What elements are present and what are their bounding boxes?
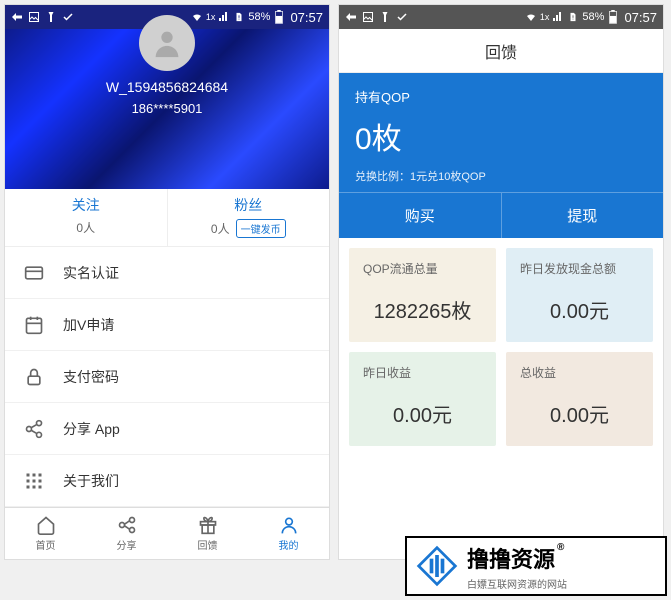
picture-icon bbox=[362, 11, 374, 23]
nav-arrow-icon bbox=[11, 11, 23, 23]
fans-tab[interactable]: 粉丝 0人 一键发币 bbox=[167, 189, 330, 246]
qop-card: 持有QOP 0枚 兑换比例：1元兑10枚QOP 购买 提现 bbox=[339, 73, 663, 238]
menu-label: 关于我们 bbox=[63, 471, 311, 491]
check-icon bbox=[62, 11, 74, 23]
card-label: 昨日发放现金总额 bbox=[520, 260, 639, 277]
sim-alert-icon bbox=[567, 11, 579, 23]
nav-home[interactable]: 首页 bbox=[5, 508, 86, 559]
calendar-icon bbox=[23, 314, 45, 336]
stat-grid: QOP流通总量 1282265枚 昨日发放现金总额 0.00元 昨日收益 0.0… bbox=[339, 238, 663, 456]
check-icon bbox=[396, 11, 408, 23]
menu-v-apply[interactable]: 加V申请 bbox=[5, 299, 329, 351]
nav-mine[interactable]: 我的 bbox=[248, 508, 329, 559]
menu-label: 支付密码 bbox=[63, 367, 311, 387]
registered-mark: ® bbox=[557, 542, 564, 553]
qop-ratio: 兑换比例：1元兑10枚QOP bbox=[355, 168, 647, 184]
card-value: 0.00元 bbox=[520, 295, 639, 324]
nav-share[interactable]: 分享 bbox=[86, 508, 167, 559]
follow-count: 0人 bbox=[76, 219, 95, 236]
share2-icon bbox=[117, 515, 137, 535]
menu-about[interactable]: 关于我们 bbox=[5, 455, 329, 507]
card-label: QOP流通总量 bbox=[363, 260, 482, 277]
card-icon bbox=[23, 262, 45, 284]
stats-row: 关注 0人 粉丝 0人 一键发币 bbox=[5, 189, 329, 247]
nav-arrow-icon bbox=[345, 11, 357, 23]
card-yesterday-profit: 昨日收益 0.00元 bbox=[349, 352, 496, 446]
flashlight-icon bbox=[379, 11, 391, 23]
watermark-logo-icon bbox=[415, 544, 459, 588]
clock-text: 07:57 bbox=[290, 10, 323, 25]
bottom-nav: 首页 分享 回馈 我的 bbox=[5, 507, 329, 559]
card-cash-yesterday: 昨日发放现金总额 0.00元 bbox=[506, 248, 653, 342]
grid-icon bbox=[23, 470, 45, 492]
buy-button[interactable]: 购买 bbox=[339, 193, 501, 238]
qop-hold-label: 持有QOP bbox=[355, 87, 647, 106]
phone-left: 1x 58% 07:57 W_1594856824684 186****5901… bbox=[4, 4, 330, 560]
page-title: 回馈 bbox=[339, 29, 663, 73]
menu-label: 加V申请 bbox=[63, 315, 311, 335]
lock-icon bbox=[23, 366, 45, 388]
profile-header: W_1594856824684 186****5901 bbox=[5, 29, 329, 189]
watermark: 撸撸资源 ® 白嫖互联网资源的网站 bbox=[405, 536, 667, 596]
nav-label: 首页 bbox=[36, 537, 56, 552]
watermark-title: 撸撸资源 bbox=[467, 542, 555, 574]
signal-icon bbox=[218, 11, 230, 23]
menu-pay-password[interactable]: 支付密码 bbox=[5, 351, 329, 403]
wifi-icon bbox=[191, 11, 203, 23]
picture-icon bbox=[28, 11, 40, 23]
card-total-profit: 总收益 0.00元 bbox=[506, 352, 653, 446]
menu-label: 分享 App bbox=[63, 419, 311, 439]
menu-label: 实名认证 bbox=[63, 263, 311, 283]
follow-tab[interactable]: 关注 0人 bbox=[5, 189, 167, 246]
card-value: 1282265枚 bbox=[363, 295, 482, 324]
phone-number: 186****5901 bbox=[132, 101, 203, 116]
share-icon bbox=[23, 418, 45, 440]
wifi-icon bbox=[525, 11, 537, 23]
fans-count: 0人 bbox=[211, 220, 230, 237]
battery-icon bbox=[273, 11, 285, 23]
card-value: 0.00元 bbox=[520, 399, 639, 428]
card-circulation: QOP流通总量 1282265枚 bbox=[349, 248, 496, 342]
nav-label: 回馈 bbox=[198, 537, 218, 552]
menu-list: 实名认证 加V申请 支付密码 分享 App 关于我们 联系客服 微信：24 bbox=[5, 247, 329, 507]
nav-reward[interactable]: 回馈 bbox=[167, 508, 248, 559]
fans-label: 粉丝 bbox=[168, 195, 330, 215]
card-label: 总收益 bbox=[520, 364, 639, 381]
follow-label: 关注 bbox=[5, 195, 167, 215]
status-bar: 1x 58% 07:57 bbox=[339, 5, 663, 29]
clock-text: 07:57 bbox=[624, 10, 657, 25]
signal-type: 1x bbox=[540, 12, 550, 22]
signal-type: 1x bbox=[206, 12, 216, 22]
phone-right: 1x 58% 07:57 回馈 持有QOP 0枚 兑换比例：1元兑10枚QOP … bbox=[338, 4, 664, 560]
card-value: 0.00元 bbox=[363, 399, 482, 428]
issue-coin-button[interactable]: 一键发币 bbox=[236, 219, 286, 238]
card-label: 昨日收益 bbox=[363, 364, 482, 381]
menu-realname[interactable]: 实名认证 bbox=[5, 247, 329, 299]
qop-amount: 0枚 bbox=[355, 114, 647, 158]
watermark-subtitle: 白嫖互联网资源的网站 bbox=[467, 576, 567, 591]
gift-icon bbox=[198, 515, 218, 535]
home-icon bbox=[36, 515, 56, 535]
username: W_1594856824684 bbox=[106, 79, 228, 95]
battery-text: 58% bbox=[582, 11, 604, 23]
battery-icon bbox=[607, 11, 619, 23]
avatar[interactable] bbox=[139, 15, 195, 71]
flashlight-icon bbox=[45, 11, 57, 23]
battery-text: 58% bbox=[248, 11, 270, 23]
withdraw-button[interactable]: 提现 bbox=[501, 193, 664, 238]
user-icon bbox=[279, 515, 299, 535]
nav-label: 分享 bbox=[117, 537, 137, 552]
signal-icon bbox=[552, 11, 564, 23]
nav-label: 我的 bbox=[279, 537, 299, 552]
menu-share-app[interactable]: 分享 App bbox=[5, 403, 329, 455]
sim-alert-icon bbox=[233, 11, 245, 23]
